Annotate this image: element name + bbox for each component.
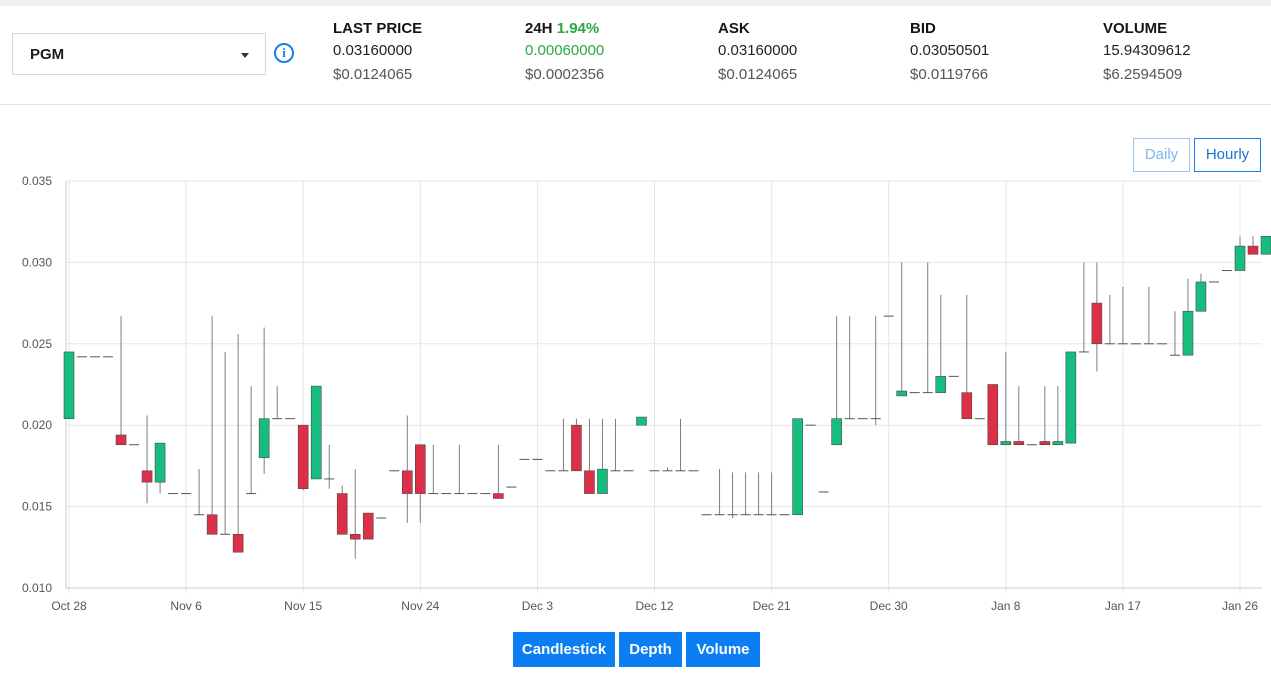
info-circle-icon[interactable]: i xyxy=(274,43,294,63)
candle-up xyxy=(597,468,608,494)
candle-down xyxy=(141,470,153,483)
candle-up xyxy=(258,418,270,459)
caret-down-icon xyxy=(241,53,249,58)
x-tick-label: Nov 24 xyxy=(401,599,439,613)
candle-up xyxy=(1195,281,1207,312)
candle-down xyxy=(297,424,309,489)
candle-up xyxy=(935,376,947,393)
y-tick-label: 0.010 xyxy=(22,581,52,595)
ticker-header: PGM i LAST PRICE 0.03160000 $0.0124065 2… xyxy=(0,6,1271,105)
candle-up xyxy=(831,418,842,446)
stat-title: 24H 1.94% xyxy=(525,20,604,42)
candle-up xyxy=(1052,441,1064,446)
candle-up xyxy=(1000,441,1012,446)
stat-usd: $0.0124065 xyxy=(718,66,798,83)
stat-last-price: LAST PRICE 0.03160000 $0.0124065 xyxy=(333,20,422,83)
pair-selector[interactable]: PGM xyxy=(12,33,266,75)
x-tick-label: Jan 17 xyxy=(1105,599,1141,613)
stat-bid: BID 0.03050501 $0.0119766 xyxy=(910,20,989,83)
x-tick-label: Jan 8 xyxy=(991,599,1021,613)
candle-down xyxy=(362,512,374,540)
candle-up xyxy=(792,418,803,516)
y-tick-label: 0.015 xyxy=(22,500,52,514)
stat-value: 0.03160000 xyxy=(333,42,413,59)
candle-down xyxy=(584,470,595,494)
stat-title: LAST PRICE xyxy=(333,20,423,37)
stat-change-percent: 1.94% xyxy=(556,20,600,37)
tab-volume[interactable]: Volume xyxy=(686,632,760,667)
stat-title: BID xyxy=(910,20,936,37)
stat-title: ASK xyxy=(718,20,750,37)
x-tick-label: Dec 21 xyxy=(753,599,791,613)
candle-up xyxy=(1260,236,1271,255)
pair-symbol: PGM xyxy=(30,46,65,63)
candle-down xyxy=(1247,245,1259,255)
candle-down xyxy=(961,392,973,419)
candle-up xyxy=(1234,245,1246,271)
candle-up xyxy=(1182,310,1194,356)
stat-usd: $0.0124065 xyxy=(333,66,413,83)
candle-down xyxy=(987,384,999,446)
stat-usd: $0.0119766 xyxy=(910,66,989,83)
candle-down xyxy=(401,470,413,494)
stat-value: 0.00060000 xyxy=(525,42,605,59)
candle-down xyxy=(1091,302,1103,345)
stat-volume: VOLUME 15.94309612 $6.2594509 xyxy=(1103,20,1191,83)
candle-down xyxy=(232,533,244,553)
x-tick-label: Jan 26 xyxy=(1222,599,1258,613)
candle-down xyxy=(1039,441,1051,446)
candle-down xyxy=(571,424,582,472)
stat-usd: $6.2594509 xyxy=(1103,66,1183,83)
x-tick-label: Dec 30 xyxy=(870,599,908,613)
y-tick-label: 0.020 xyxy=(22,418,52,432)
stat-value: 0.03160000 xyxy=(718,42,798,59)
candle-up xyxy=(1065,351,1077,444)
candle-down xyxy=(1013,441,1025,446)
daily-toggle-button[interactable]: Daily xyxy=(1133,138,1190,172)
x-tick-label: Oct 28 xyxy=(51,599,87,613)
candle-up xyxy=(636,416,647,426)
y-tick-label: 0.025 xyxy=(22,337,52,351)
stat-24h-change: 24H 1.94% 0.00060000 $0.0002356 xyxy=(525,20,604,83)
candle-down xyxy=(206,514,218,535)
x-tick-label: Nov 15 xyxy=(284,599,322,613)
hourly-toggle-button[interactable]: Hourly xyxy=(1194,138,1261,172)
candlestick-chart[interactable]: 0.010 0.015 0.020 0.025 0.030 0.035 Oct 28 Nov … xyxy=(0,170,1271,620)
candle-up xyxy=(896,390,908,397)
x-tick-label: Nov 6 xyxy=(170,599,202,613)
x-tick-label: Dec 3 xyxy=(522,599,554,613)
stat-title-label: 24H xyxy=(525,20,553,37)
candle-up xyxy=(310,385,322,480)
y-tick-label: 0.035 xyxy=(22,174,52,188)
candle-down xyxy=(414,444,426,494)
candle-up xyxy=(63,351,75,419)
candle-down xyxy=(115,434,127,446)
y-tick-label: 0.030 xyxy=(22,255,52,269)
stat-value: 15.94309612 xyxy=(1103,42,1191,59)
candle-down xyxy=(336,493,348,535)
candle-up xyxy=(154,442,166,483)
tab-candlestick[interactable]: Candlestick xyxy=(513,632,615,667)
candle-down xyxy=(349,533,361,540)
stat-usd: $0.0002356 xyxy=(525,66,605,83)
x-tick-label: Dec 12 xyxy=(635,599,673,613)
candle-down xyxy=(493,493,504,499)
stat-value: 0.03050501 xyxy=(910,42,990,59)
chart-type-tabs: Candlestick Depth Volume xyxy=(0,632,1271,667)
stat-ask: ASK 0.03160000 $0.0124065 xyxy=(718,20,797,83)
stat-title: VOLUME xyxy=(1103,20,1168,37)
tab-depth[interactable]: Depth xyxy=(619,632,682,667)
